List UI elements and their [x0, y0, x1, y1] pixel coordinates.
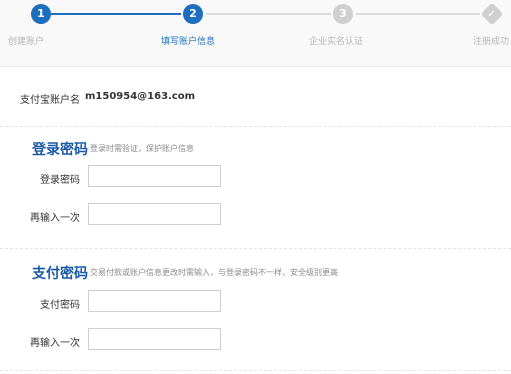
step-connector [206, 13, 331, 15]
pay-password-label: 支付密码 [40, 300, 80, 311]
login-password-label: 登录密码 [40, 175, 80, 186]
account-name-value: m150954@163.com [85, 91, 196, 102]
login-password-confirm-label: 再输入一次 [30, 213, 80, 224]
pay-password-title: 支付密码 [32, 266, 88, 282]
pay-password-hint: 交易付款或账户信息更改时需输入，与登录密码不一样，安全级别更高 [90, 268, 338, 277]
login-password-input[interactable] [88, 165, 221, 187]
pay-password-confirm-input[interactable] [88, 328, 221, 350]
account-name-label: 支付宝账户名 [20, 95, 80, 106]
step-1-label: 创建账户 [8, 37, 45, 47]
step-connector [356, 13, 480, 15]
step-3-label: 企业实名认证 [309, 37, 364, 47]
section-divider [0, 370, 511, 371]
step-connector [44, 13, 181, 15]
step-4-check-icon: ✓ [480, 2, 504, 26]
login-password-confirm-input[interactable] [88, 203, 221, 225]
step-3-circle: 3 [333, 4, 353, 24]
login-password-hint: 登录时需验证，保护账户信息 [90, 144, 194, 153]
step-2-label: 填写账户信息 [161, 37, 216, 47]
login-password-title: 登录密码 [32, 142, 88, 158]
pay-password-input[interactable] [88, 290, 221, 312]
step-1-circle: 1 [31, 4, 51, 24]
progress-stepper: 1 2 3 ✓ 创建账户 填写账户信息 企业实名认证 注册成功 [0, 0, 511, 67]
section-divider [0, 248, 511, 249]
section-divider [0, 126, 511, 127]
step-4-label: 注册成功 [473, 37, 510, 47]
step-2-circle: 2 [183, 4, 203, 24]
pay-password-confirm-label: 再输入一次 [30, 338, 80, 349]
